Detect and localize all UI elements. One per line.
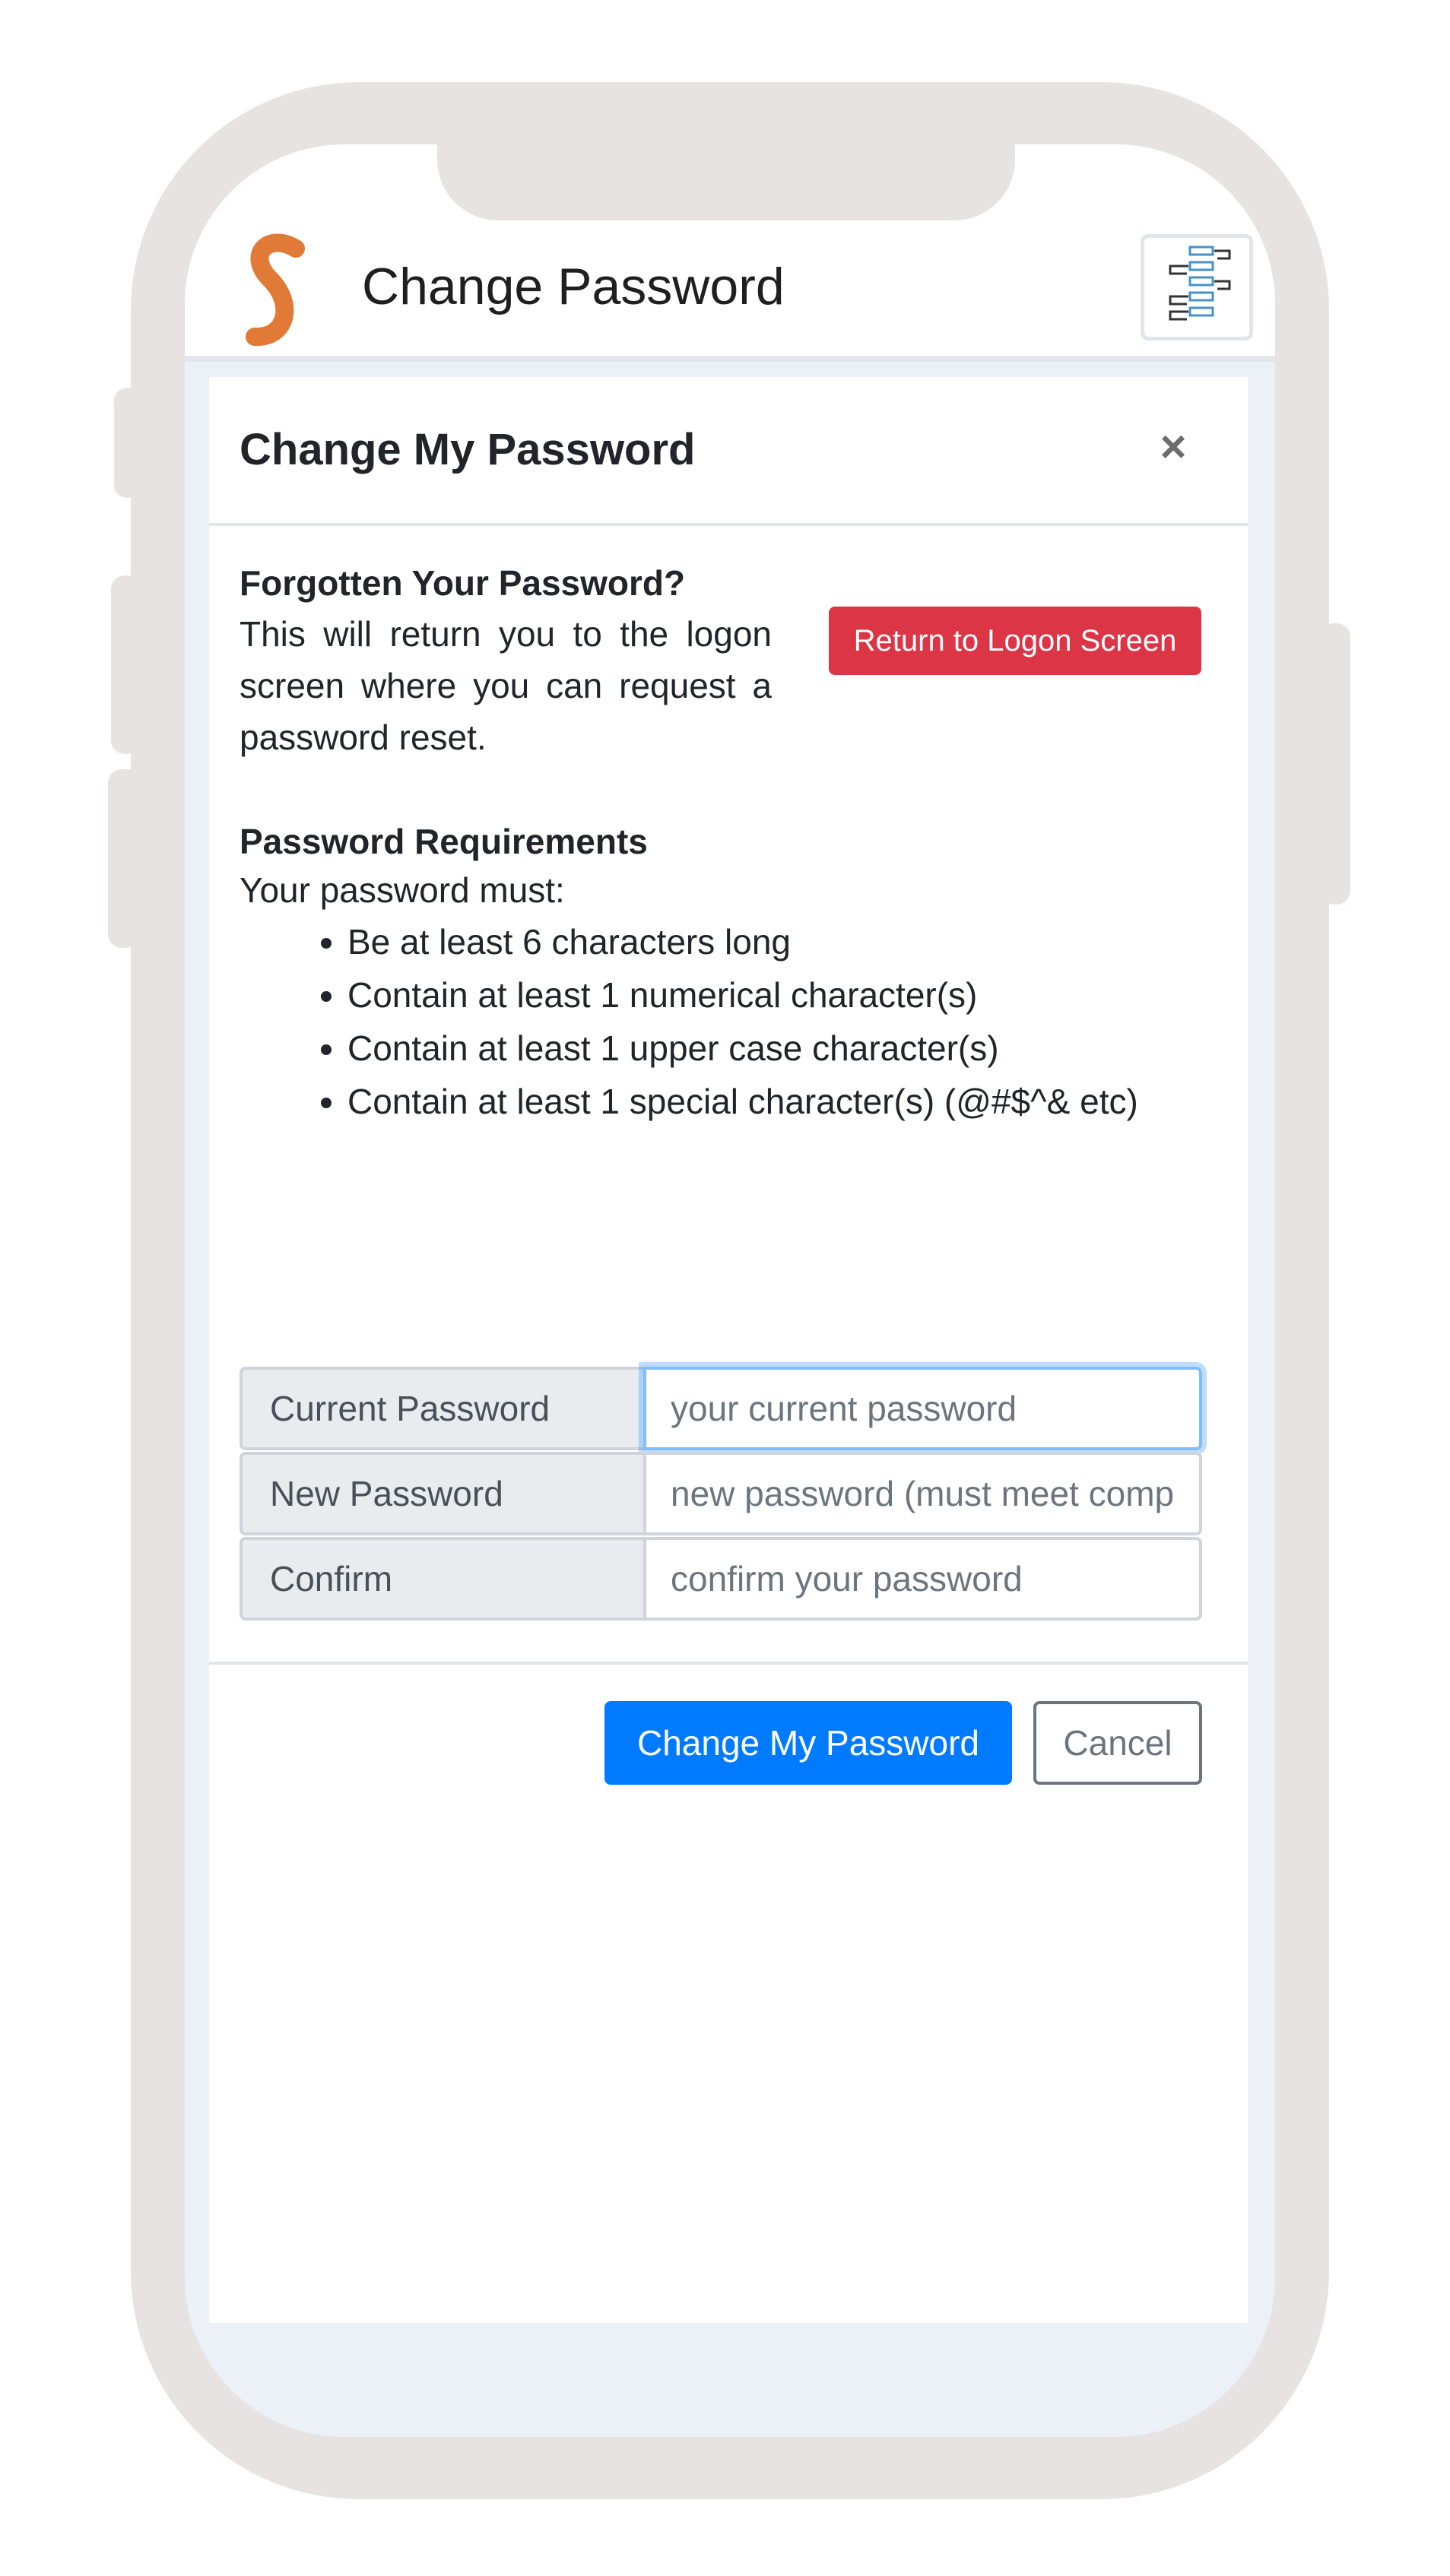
password-requirements-list: Be at least 6 characters long Contain at… xyxy=(240,915,1138,1128)
phone-side-button xyxy=(108,769,140,948)
password-requirements-intro: Your password must: xyxy=(240,870,565,910)
new-password-label: New Password xyxy=(240,1452,646,1535)
new-password-row: New Password xyxy=(240,1452,1202,1535)
phone-side-button xyxy=(111,575,140,754)
requirement-item: Be at least 6 characters long xyxy=(347,915,1138,968)
modal-title: Change My Password xyxy=(240,425,696,474)
forgot-password-heading: Forgotten Your Password? xyxy=(240,563,686,603)
phone-side-button xyxy=(114,388,140,498)
confirm-password-label: Confirm xyxy=(240,1537,646,1621)
workflow-icon xyxy=(1169,246,1231,321)
phone-side-button xyxy=(1320,623,1350,905)
workflow-button[interactable] xyxy=(1141,234,1253,341)
current-password-label: Current Password xyxy=(240,1367,646,1450)
return-to-logon-button[interactable]: Return to Logon Screen xyxy=(829,607,1201,675)
change-password-modal: Change My Password × Forgotten Your Pass… xyxy=(209,377,1248,2323)
password-requirements-heading: Password Requirements xyxy=(240,822,648,861)
new-password-input[interactable] xyxy=(643,1452,1202,1535)
app-title: Change Password xyxy=(362,258,785,315)
requirement-item: Contain at least 1 upper case character(… xyxy=(347,1022,1138,1075)
requirement-item: Contain at least 1 special character(s) … xyxy=(347,1075,1138,1128)
current-password-row: Current Password xyxy=(240,1367,1202,1450)
change-password-button[interactable]: Change My Password xyxy=(604,1701,1012,1785)
confirm-password-input[interactable] xyxy=(643,1537,1202,1621)
forgot-password-text: This will return you to the logon screen… xyxy=(240,614,772,757)
modal-footer: Change My Password Cancel xyxy=(209,1662,1248,1817)
phone-screen: Change Password Change My Password × For… xyxy=(185,144,1275,2437)
confirm-password-row: Confirm xyxy=(240,1537,1202,1621)
app-logo-icon xyxy=(246,233,305,346)
current-password-input[interactable] xyxy=(643,1367,1202,1450)
close-icon[interactable]: × xyxy=(1150,424,1196,470)
requirement-item: Contain at least 1 numerical character(s… xyxy=(347,968,1138,1022)
cancel-button[interactable]: Cancel xyxy=(1033,1701,1202,1785)
modal-header: Change My Password × xyxy=(209,377,1248,526)
phone-notch xyxy=(437,144,1015,220)
